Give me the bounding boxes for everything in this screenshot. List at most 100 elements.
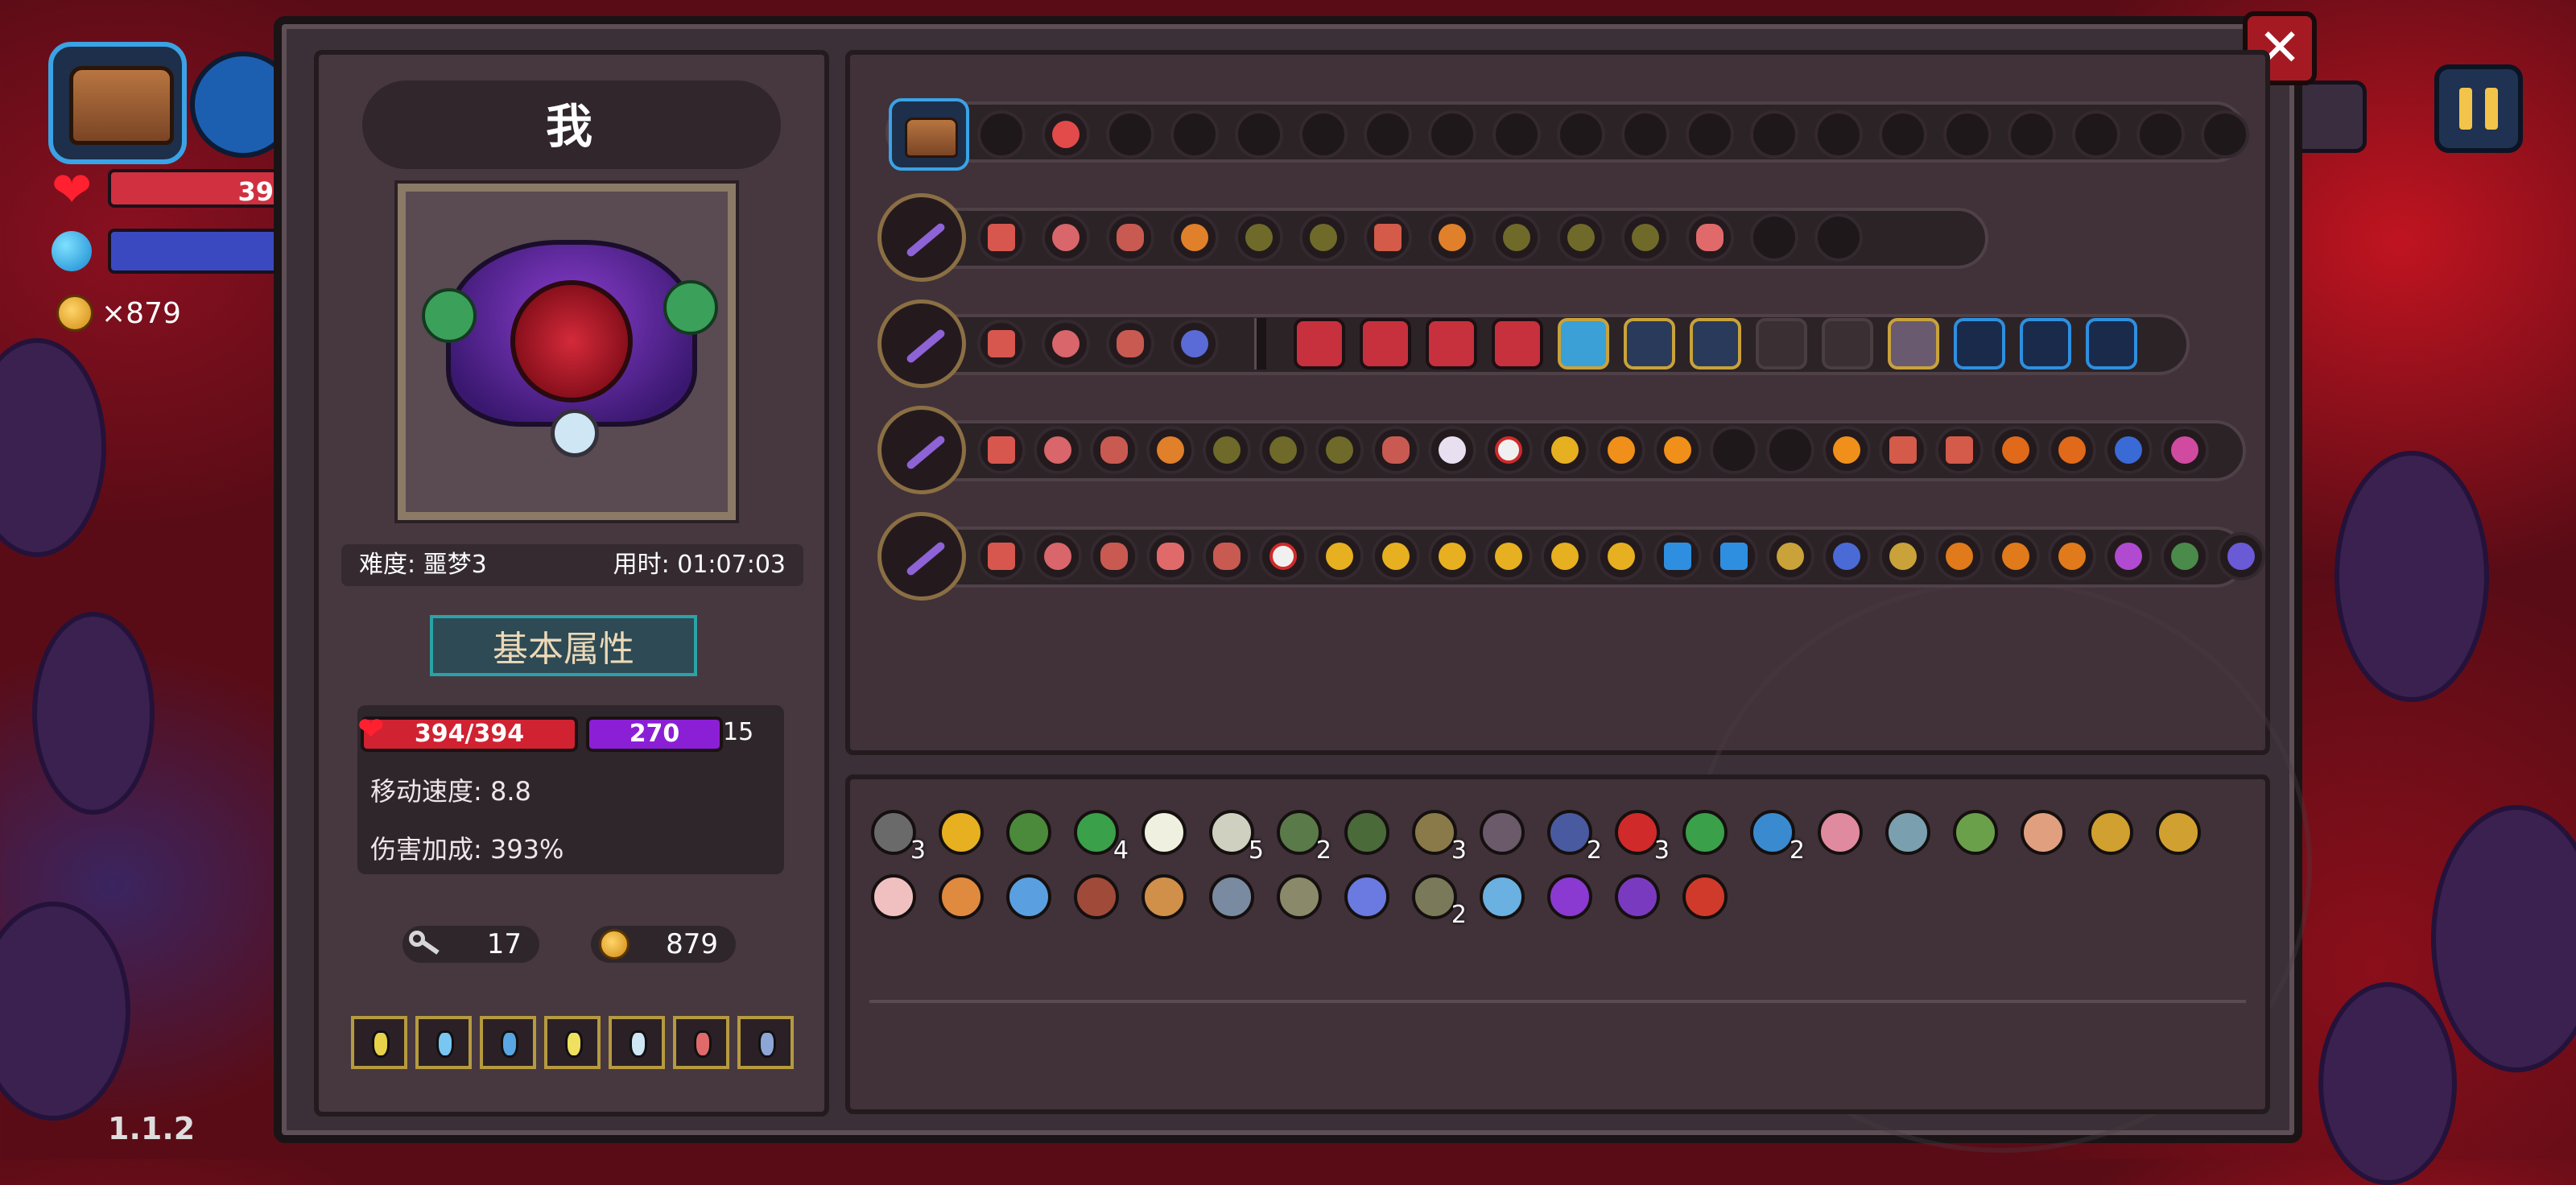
item[interactable] [1473,803,1531,861]
mod-slot[interactable] [1259,426,1307,474]
item[interactable]: 2 [1406,868,1467,929]
mod-slot[interactable] [1428,110,1476,159]
mod-slot[interactable] [1364,213,1412,262]
mod-slot[interactable] [1106,320,1154,368]
item[interactable] [2014,803,2072,861]
item[interactable] [1270,868,1328,926]
mod-slot[interactable] [1557,110,1605,159]
mod-slot[interactable] [1315,426,1364,474]
item[interactable]: 2 [1541,803,1602,865]
item[interactable] [1135,803,1193,861]
mod-slot[interactable] [1170,110,1219,159]
mod-slot[interactable] [1814,213,1863,262]
mod-slot[interactable] [1299,213,1348,262]
mod-slot[interactable] [1879,532,1927,580]
mod-slot[interactable] [2072,110,2120,159]
mod-slot[interactable] [1203,426,1251,474]
mod-slot[interactable] [1042,213,1090,262]
mod-slot[interactable] [1042,320,1090,368]
mod-slot[interactable] [2104,532,2153,580]
mod-slot[interactable] [1203,532,1251,580]
gear-skill-card[interactable] [2086,318,2137,370]
mod-slot[interactable] [1686,213,1734,262]
potion-slot[interactable] [609,1016,665,1069]
mod-slot[interactable] [2048,426,2096,474]
mod-slot[interactable] [1146,532,1195,580]
mod-slot[interactable] [1428,213,1476,262]
item[interactable]: 5 [1203,803,1264,865]
item[interactable]: 2 [1744,803,1805,865]
potion-slot[interactable] [351,1016,407,1069]
locked-skill-card[interactable] [1756,318,1807,370]
mod-slot[interactable] [1170,320,1219,368]
mod-slot[interactable] [1034,532,1082,580]
ghost-skill-card[interactable] [1558,318,1609,370]
potion-slot[interactable] [673,1016,729,1069]
item[interactable]: 3 [865,803,926,865]
mod-slot[interactable] [2136,110,2185,159]
mod-slot[interactable] [1492,110,1541,159]
mod-slot[interactable] [2161,426,2209,474]
item[interactable] [1338,868,1396,926]
mod-slot[interactable] [1750,110,1798,159]
mod-slot[interactable] [1492,213,1541,262]
tab-basic-attributes[interactable]: 基本属性 [430,615,697,676]
item[interactable] [2082,803,2140,861]
mod-slot[interactable] [1299,110,1348,159]
item[interactable] [1608,868,1666,926]
staff-icon[interactable] [877,299,966,388]
item[interactable] [1811,803,1869,861]
mod-slot[interactable] [1943,110,1992,159]
mod-slot[interactable] [1710,532,1758,580]
locked-skill-card[interactable] [1822,318,1873,370]
item[interactable] [1473,868,1531,926]
item[interactable] [1946,803,2004,861]
dash-skill-card[interactable] [1624,318,1675,370]
staff-icon[interactable] [877,193,966,282]
mod-slot[interactable] [2201,110,2249,159]
item[interactable] [1676,868,1734,926]
item[interactable] [1135,868,1193,926]
mod-slot[interactable] [1750,213,1798,262]
potion-slot[interactable] [415,1016,472,1069]
item[interactable] [1000,803,1058,861]
mod-slot[interactable] [1597,532,1645,580]
item[interactable]: 3 [1406,803,1467,865]
item[interactable] [1067,868,1125,926]
mod-slot[interactable] [1766,426,1814,474]
mod-slot[interactable] [1653,532,1702,580]
item[interactable] [932,868,990,926]
potion-slot[interactable] [737,1016,794,1069]
mod-slot[interactable] [1364,110,1412,159]
mod-slot[interactable] [1090,426,1138,474]
mod-slot[interactable] [1541,426,1589,474]
book-skill-card[interactable] [1954,318,2005,370]
mod-slot[interactable] [1235,213,1283,262]
mod-slot[interactable] [1235,110,1283,159]
mod-slot[interactable] [1372,532,1420,580]
staff-icon[interactable] [877,512,966,601]
mod-slot[interactable] [977,110,1026,159]
mod-slot[interactable] [1428,426,1476,474]
skill-card[interactable] [1426,318,1477,370]
mod-slot[interactable] [977,426,1026,474]
mod-slot[interactable] [1034,426,1082,474]
item[interactable]: 2 [1270,803,1331,865]
mod-slot[interactable] [1935,426,1984,474]
mod-slot[interactable] [2008,110,2056,159]
mod-slot[interactable] [2161,532,2209,580]
mod-slot[interactable] [1992,532,2040,580]
pause-button[interactable] [2434,64,2523,153]
mod-slot[interactable] [1814,110,1863,159]
mod-slot[interactable] [1766,532,1814,580]
item[interactable] [1676,803,1734,861]
mod-slot[interactable] [1090,532,1138,580]
item[interactable]: 3 [1608,803,1670,865]
book-skill-card[interactable] [1888,318,1939,370]
potion-slot[interactable] [480,1016,536,1069]
item[interactable]: 4 [1067,803,1129,865]
item[interactable] [1541,868,1599,926]
mod-slot[interactable] [1823,426,1871,474]
mod-slot[interactable] [1992,426,2040,474]
backpack-button[interactable] [48,42,187,164]
